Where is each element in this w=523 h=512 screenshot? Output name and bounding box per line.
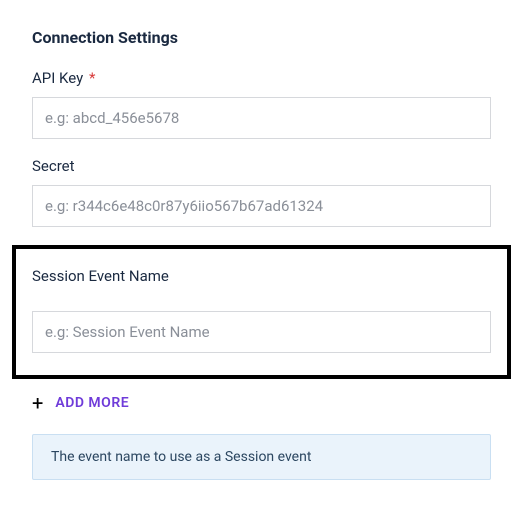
section-title: Connection Settings [32, 28, 491, 47]
hint-box: The event name to use as a Session event [32, 434, 491, 480]
plus-icon: + [32, 393, 43, 413]
required-marker: * [89, 69, 95, 87]
api-key-label-text: API Key [32, 69, 83, 87]
api-key-label: API Key * [32, 69, 491, 87]
secret-input[interactable] [32, 185, 491, 227]
secret-field-group: Secret [32, 157, 491, 227]
session-event-name-label: Session Event Name [32, 267, 491, 285]
api-key-input[interactable] [32, 97, 491, 139]
add-more-label: ADD MORE [55, 395, 129, 411]
secret-label: Secret [32, 157, 491, 175]
session-event-highlight: Session Event Name [12, 245, 511, 379]
session-event-name-input[interactable] [32, 311, 491, 353]
add-more-button[interactable]: + ADD MORE [32, 393, 129, 413]
api-key-field-group: API Key * [32, 69, 491, 139]
